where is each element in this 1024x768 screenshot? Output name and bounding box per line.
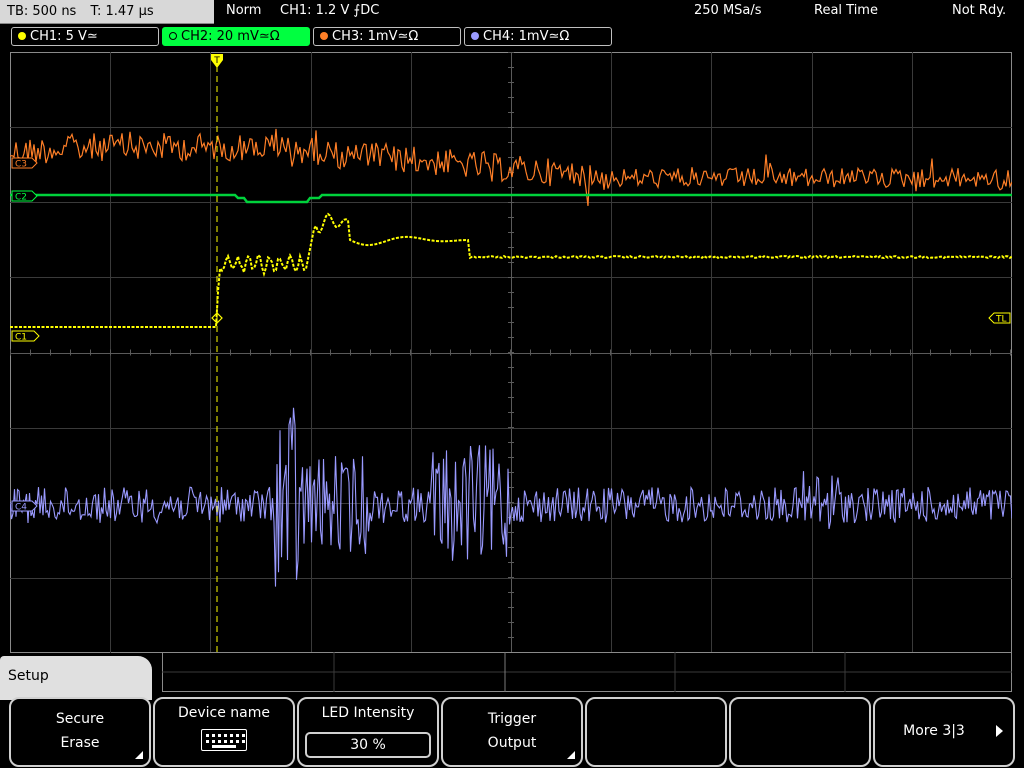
keyboard-icon — [201, 729, 247, 751]
status-bar: Norm CH1: 1.2 V ⨍DC 250 MSa/s Real Time … — [218, 0, 1024, 22]
trigger-source[interactable]: CH1: 1.2 V ⨍DC — [280, 0, 379, 22]
sample-rate: 250 MSa/s — [694, 3, 762, 18]
submenu-corner-icon — [567, 751, 575, 759]
svg-text:C4: C4 — [15, 503, 27, 513]
secure-erase-label-2: Erase — [60, 735, 100, 751]
more-label: More 3|3 — [903, 723, 965, 739]
svg-text:C3: C3 — [15, 160, 27, 170]
trigger-output-label-2: Output — [487, 735, 537, 751]
timebase-box[interactable]: TB: 500 ns T: 1.47 µs — [0, 0, 214, 24]
trigger-mode[interactable]: Norm — [226, 0, 261, 22]
acquisition-status: Not Rdy. — [952, 3, 1007, 18]
channel-1-dot-icon — [18, 31, 26, 40]
channel-4-label: CH4: 1mV≃Ω — [483, 29, 570, 44]
svg-text:TL: TL — [995, 315, 1007, 325]
menu-title: Setup — [8, 668, 49, 684]
channel-2-label: CH2: 20 mV≃Ω — [181, 29, 280, 44]
acquisition-mode: Real Time — [814, 3, 878, 18]
waveform-display[interactable]: T C3 C2 C1 C4 TL — [10, 52, 1012, 653]
trigger-time-value: T: 1.47 µs — [90, 4, 154, 19]
channel-2-dot-icon — [169, 31, 177, 40]
empty-softkey-6[interactable] — [729, 697, 871, 767]
channel-4-dot-icon — [471, 31, 479, 40]
empty-softkey-5[interactable] — [585, 697, 727, 767]
led-intensity-label: LED Intensity — [321, 705, 415, 721]
timebase-value: TB: 500 ns — [7, 4, 77, 19]
zoom-strip — [162, 652, 1012, 692]
led-intensity-value: 30 % — [305, 732, 431, 758]
secure-erase-label-1: Secure — [55, 711, 105, 727]
next-page-icon — [996, 725, 1003, 737]
svg-text:T: T — [213, 56, 220, 66]
trigger-output-button[interactable]: Trigger Output — [441, 697, 583, 767]
channel-3-dot-icon — [320, 31, 328, 40]
more-button[interactable]: More 3|3 — [873, 697, 1015, 767]
channel-1-box[interactable]: CH1: 5 V≃ — [11, 27, 159, 46]
led-intensity-button[interactable]: LED Intensity 30 % — [297, 697, 439, 767]
submenu-corner-icon — [135, 751, 143, 759]
device-name-label: Device name — [177, 705, 271, 721]
channel-3-box[interactable]: CH3: 1mV≃Ω — [313, 27, 461, 46]
svg-text:C2: C2 — [15, 193, 27, 203]
svg-text:C1: C1 — [15, 333, 27, 343]
device-name-button[interactable]: Device name — [153, 697, 295, 767]
channel-3-label: CH3: 1mV≃Ω — [332, 29, 419, 44]
channel-4-box[interactable]: CH4: 1mV≃Ω — [464, 27, 612, 46]
channel-1-label: CH1: 5 V≃ — [30, 29, 98, 44]
trigger-output-label-1: Trigger — [487, 711, 537, 727]
secure-erase-button[interactable]: Secure Erase — [9, 697, 151, 767]
channel-2-box[interactable]: CH2: 20 mV≃Ω — [162, 27, 310, 46]
menu-title-tab: Setup — [0, 656, 152, 700]
